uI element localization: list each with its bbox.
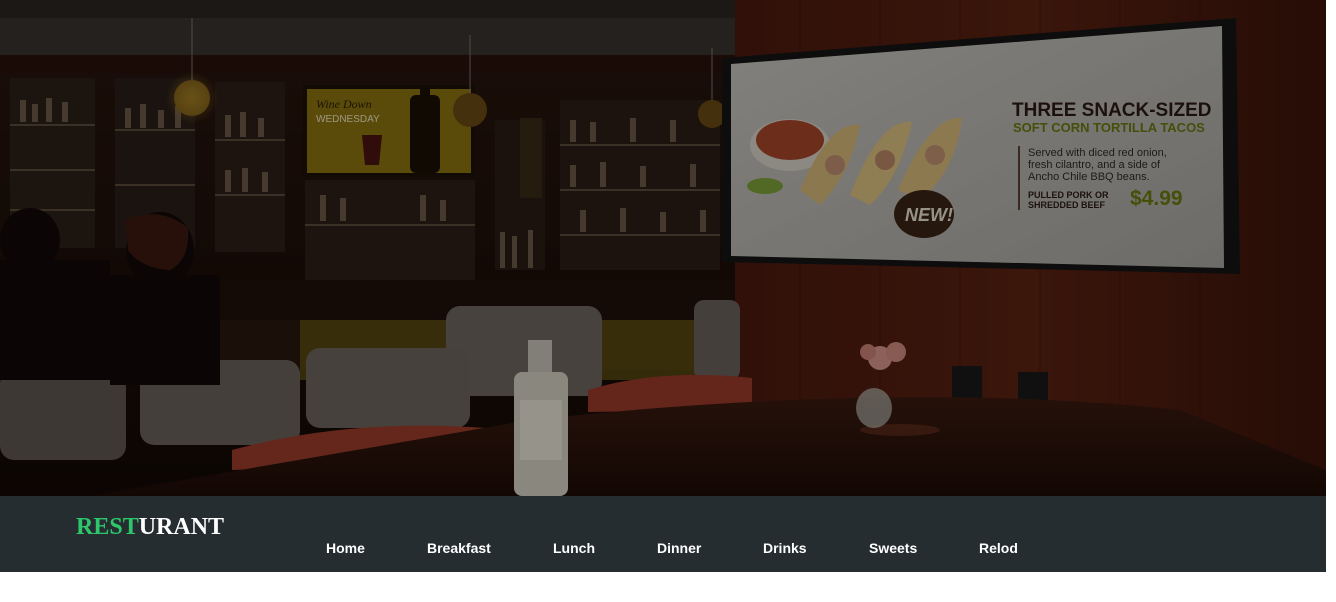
menu-link-dinner[interactable]: Dinner xyxy=(657,540,701,556)
hero-image: Wine Down WEDNESDAY NEW! THREE SNACK-SIZ… xyxy=(0,0,1326,496)
menu-link-relod[interactable]: Relod xyxy=(979,540,1018,556)
menu-item-relod: Relod xyxy=(979,540,1018,558)
navbar: RESTURANT Home Breakfast Lunch Dinner Dr… xyxy=(0,496,1326,572)
menu-item-home: Home xyxy=(326,540,365,558)
menu-item-drinks: Drinks xyxy=(763,540,807,558)
menu-item-dinner: Dinner xyxy=(657,540,701,558)
menu-link-home[interactable]: Home xyxy=(326,540,365,556)
page-margin xyxy=(1326,0,1336,572)
logo-accent-text: REST xyxy=(76,514,139,540)
menu-item-sweets: Sweets xyxy=(869,540,917,558)
menu-link-drinks[interactable]: Drinks xyxy=(763,540,807,556)
site-logo[interactable]: RESTURANT xyxy=(76,514,224,541)
menu-item-lunch: Lunch xyxy=(553,540,595,558)
restaurant-photo: Wine Down WEDNESDAY NEW! THREE SNACK-SIZ… xyxy=(0,0,1326,496)
menu-link-lunch[interactable]: Lunch xyxy=(553,540,595,556)
menu-link-sweets[interactable]: Sweets xyxy=(869,540,917,556)
menu-link-breakfast[interactable]: Breakfast xyxy=(427,540,491,556)
menu-item-breakfast: Breakfast xyxy=(427,540,491,558)
logo-main-text: URANT xyxy=(138,514,225,540)
